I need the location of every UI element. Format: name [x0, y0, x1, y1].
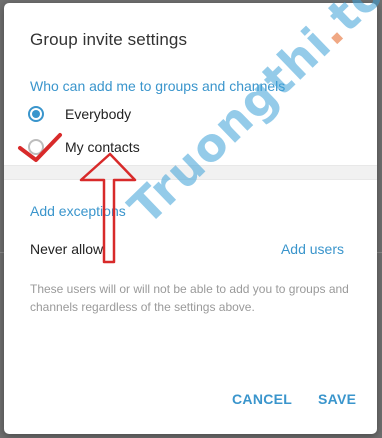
- add-users-button[interactable]: Add users: [281, 241, 344, 257]
- option-label: Everybody: [65, 106, 132, 122]
- exceptions-note: These users will or will not be able to …: [30, 282, 349, 314]
- radio-selected-icon[interactable]: [28, 106, 44, 122]
- never-allow-label: Never allow: [30, 241, 104, 257]
- dialog-title: Group invite settings: [30, 30, 188, 49]
- radio-unselected-icon[interactable]: [28, 139, 44, 155]
- option-label: My contacts: [65, 139, 140, 155]
- option-my-contacts[interactable]: My contacts: [28, 139, 140, 155]
- save-button[interactable]: SAVE: [318, 391, 356, 407]
- option-everybody[interactable]: Everybody: [28, 106, 131, 122]
- exceptions-heading: Add exceptions: [30, 203, 126, 219]
- cancel-button[interactable]: CANCEL: [232, 391, 292, 407]
